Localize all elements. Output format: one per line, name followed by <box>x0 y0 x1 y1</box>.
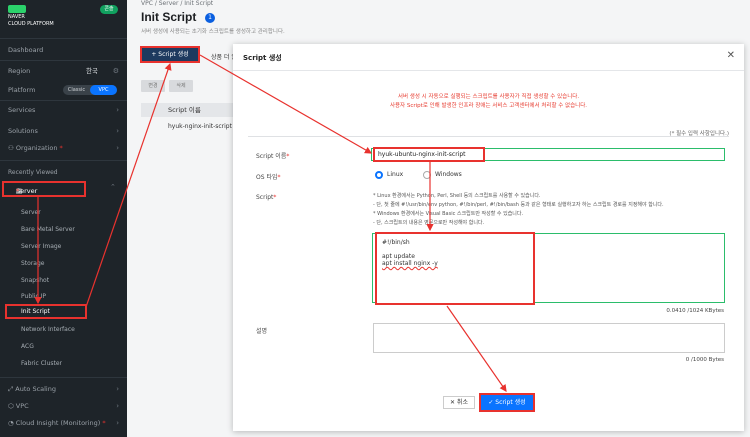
organization-label: Organization <box>15 144 58 152</box>
sub-item-bare-metal-server[interactable]: Bare Metal Server <box>21 226 75 233</box>
services-label: Services <box>8 106 36 114</box>
vpc-icon: ⬡ <box>8 402 16 410</box>
region-value: 한국 <box>86 67 98 75</box>
sidebar-item-dashboard[interactable]: Dashboard <box>8 44 119 56</box>
sidebar-item-services[interactable]: Services › <box>8 104 119 116</box>
chevron-right-icon: › <box>116 402 119 410</box>
os-type-label: OS 타입* <box>256 174 281 181</box>
notice-line-2: 사용자 Script로 인해 발생한 인프라 장애는 서비스 고객센터에서 처리… <box>389 103 588 109</box>
description-textarea[interactable] <box>373 323 725 353</box>
page-description: 서버 생성에 사용되는 초기화 스크립트를 생성하고 관리합니다. <box>141 29 285 35</box>
script-byte-count: 0.0410 /1024 KBytes <box>666 308 724 314</box>
chevron-right-icon: › <box>116 106 119 114</box>
create-script-button[interactable]: + Script 생성 <box>140 46 200 63</box>
info-line-3: * Windows 환경에서는 Visual Basic 스크립트만 작성할 수… <box>373 211 524 217</box>
organization-icon: ⚇ <box>8 144 16 152</box>
chevron-right-icon: › <box>116 385 119 393</box>
chevron-right-icon: › <box>116 127 119 135</box>
breadcrumb[interactable]: VPC / Server / Init Script <box>141 0 213 7</box>
page-title: Init Script <box>141 10 197 24</box>
console-badge: 콘솔 <box>100 5 118 14</box>
vpc-label: VPC <box>15 402 29 410</box>
sub-item-network-interface[interactable]: Network Interface <box>21 326 75 333</box>
sub-item-init-script[interactable]: Init Script <box>5 304 87 319</box>
divider <box>0 160 127 161</box>
edit-button[interactable]: 변경 <box>141 80 165 92</box>
list-item[interactable]: hyuk-nginx-init-script <box>168 123 232 130</box>
create-script-confirm-button[interactable]: ✓ Script 생성 <box>479 393 535 412</box>
sidebar-item-organization[interactable]: ⚇ Organization * › <box>8 142 119 154</box>
info-line-2: - 단, 첫 줄에 #!/usr/bin/env python, #!/bin/… <box>373 202 664 208</box>
sub-item-fabric-cluster[interactable]: Fabric Cluster <box>21 360 62 367</box>
divider <box>0 100 127 101</box>
close-icon[interactable]: ✕ <box>727 51 735 61</box>
init-script-label: Init Script <box>21 308 50 315</box>
region-selector[interactable]: Region 한국 ⚙ <box>8 65 119 77</box>
sidebar-item-cloud-insight[interactable]: ◔ Cloud Insight (Monitoring) * › <box>8 417 119 429</box>
sub-item-storage[interactable]: Storage <box>21 260 44 267</box>
sidebar-item-solutions[interactable]: Solutions › <box>8 125 119 137</box>
sidebar-item-server[interactable]: ▤ Server * <box>2 181 86 197</box>
region-label: Region <box>8 67 31 75</box>
divider <box>0 38 127 39</box>
sub-item-public-ip[interactable]: Public IP <box>21 293 46 300</box>
radio-windows-label[interactable]: Windows <box>435 171 462 178</box>
modal-title: Script 생성 <box>243 54 282 62</box>
delete-button[interactable]: 삭제 <box>169 80 193 92</box>
platform-label: Platform <box>8 86 36 94</box>
logo-text-line1: NAVER <box>8 14 25 20</box>
auto-scaling-label: Auto Scaling <box>15 385 56 393</box>
list-header: Script 이름 <box>141 103 235 117</box>
script-label: Script* <box>256 194 277 201</box>
solutions-label: Solutions <box>8 127 38 135</box>
chevron-up-icon[interactable]: ⌃ <box>110 183 116 191</box>
chevron-right-icon: › <box>116 419 119 427</box>
logo-text-line2: CLOUD PLATFORM <box>8 21 54 27</box>
platform-classic[interactable]: Classic <box>63 85 90 95</box>
cancel-button[interactable]: ✕ 취소 <box>443 396 475 409</box>
sub-item-snapshot[interactable]: Snapshot <box>21 277 49 284</box>
script-name-label: Script 이름* <box>256 153 290 160</box>
script-name-input[interactable]: hyuk-ubuntu-nginx-init-script <box>373 147 485 162</box>
sub-item-server[interactable]: Server <box>21 209 41 216</box>
sidebar: NAVER CLOUD PLATFORM 콘솔 Dashboard Region… <box>0 0 127 437</box>
chevron-right-icon: › <box>116 144 119 152</box>
script-line: #!/bin/sh <box>382 239 410 246</box>
count-badge: 1 <box>205 13 215 23</box>
script-name-label-text: Script 이름 <box>256 153 287 160</box>
radio-linux[interactable] <box>375 171 383 179</box>
modal-header: Script 생성 ✕ <box>233 44 744 71</box>
divider <box>0 60 127 61</box>
sidebar-item-vpc[interactable]: ⬡ VPC › <box>8 400 119 412</box>
script-textarea[interactable]: #!/bin/sh apt update apt install nginx -… <box>375 232 535 305</box>
platform-toggle[interactable]: Classic VPC <box>63 85 117 95</box>
platform-vpc[interactable]: VPC <box>90 85 117 95</box>
notice-line-1: 서버 생성 시 자동으로 실행되는 스크립트를 사용자가 직접 생성할 수 있습… <box>397 94 580 100</box>
sub-item-server-image[interactable]: Server Image <box>21 243 61 250</box>
script-create-modal: Script 생성 ✕ 서버 생성 시 자동으로 실행되는 스크립트를 사용자가… <box>233 44 744 431</box>
sub-item-acg[interactable]: ACG <box>21 343 34 350</box>
logo-mark-icon <box>8 5 26 13</box>
info-line-4: - 단, 스크립트의 내용은 영문으로만 작성해야 합니다. <box>373 220 485 226</box>
gear-icon[interactable]: ⚙ <box>113 65 119 77</box>
description-label: 설명 <box>256 328 268 335</box>
recently-viewed-heading: Recently Viewed <box>8 167 119 179</box>
recently-viewed-label: Recently Viewed <box>8 169 58 176</box>
script-line <box>382 246 528 253</box>
info-line-1: * Linux 환경에서는 Python, Perl, Shell 등의 스크립… <box>373 193 541 199</box>
description-byte-count: 0 /1000 Bytes <box>685 357 724 363</box>
ncp-logo[interactable]: NAVER CLOUD PLATFORM <box>8 5 54 27</box>
cloud-insight-icon: ◔ <box>8 419 16 427</box>
script-line: apt install nginx -y <box>382 260 438 267</box>
radio-linux-label[interactable]: Linux <box>387 171 403 178</box>
divider <box>0 377 127 378</box>
cloud-insight-label: Cloud Insight (Monitoring) <box>15 419 101 427</box>
script-line: apt update <box>382 253 415 260</box>
dashboard-label: Dashboard <box>8 46 44 54</box>
radio-windows[interactable] <box>423 171 431 179</box>
os-type-label-text: OS 타입 <box>256 174 278 181</box>
script-label-text: Script <box>256 194 274 201</box>
sidebar-item-auto-scaling[interactable]: ⤢ Auto Scaling › <box>8 383 119 395</box>
